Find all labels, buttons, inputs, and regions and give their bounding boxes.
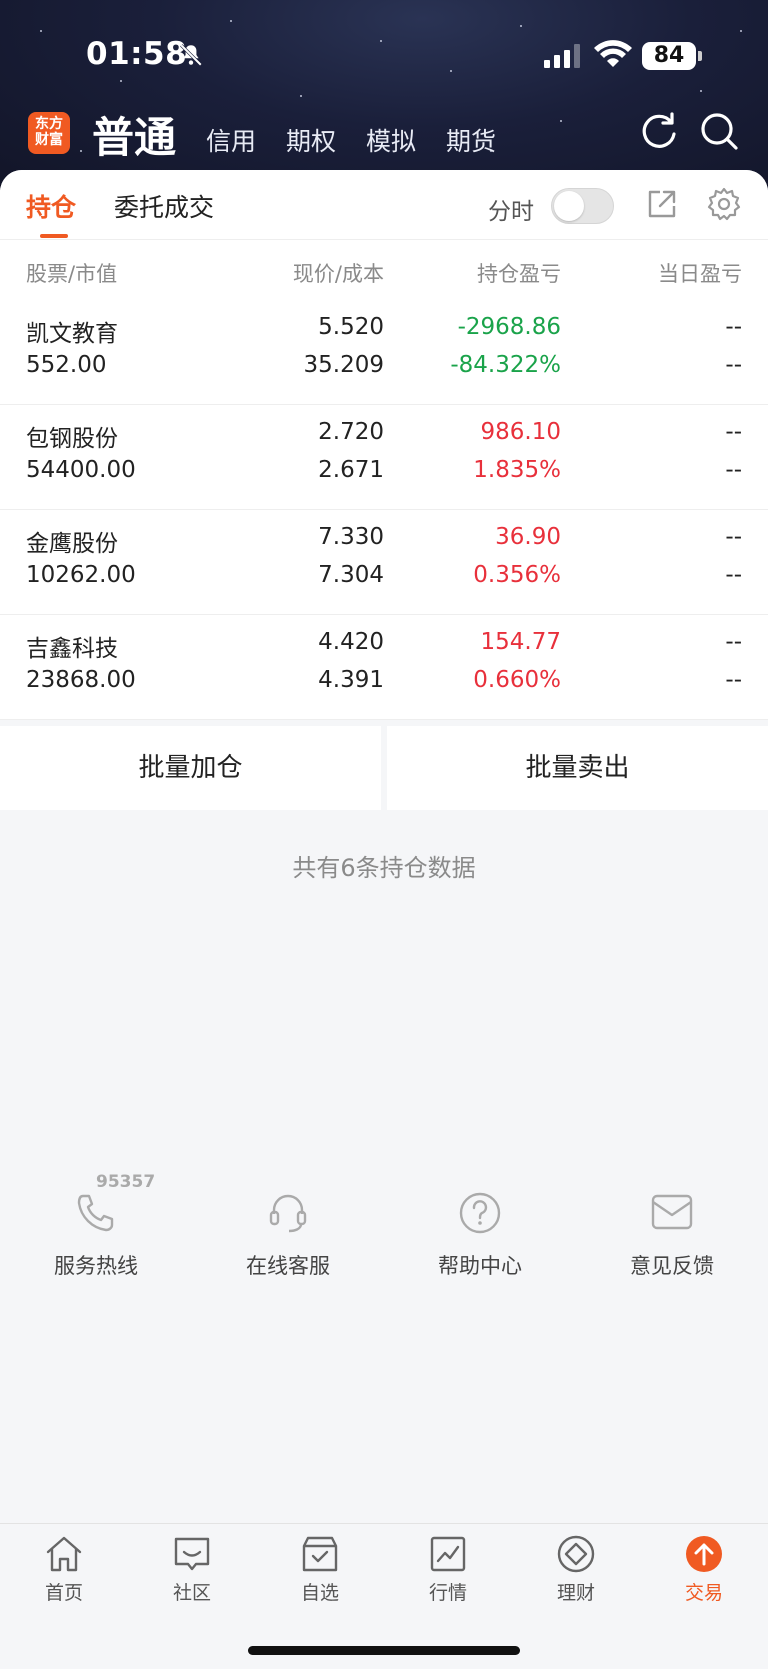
service-online-support[interactable]: 在线客服 (192, 1190, 384, 1280)
tab-holdings[interactable]: 持仓 (26, 188, 76, 224)
tab-simulation[interactable]: 模拟 (366, 122, 416, 158)
holding-pl-pct: -84.322% (450, 352, 561, 378)
service-feedback[interactable]: 意见反馈 (576, 1190, 768, 1280)
tabbar-trade[interactable]: 交易 (640, 1534, 768, 1605)
tab-futures[interactable]: 期货 (446, 122, 496, 158)
home-indicator[interactable] (248, 1646, 520, 1655)
holding-pl-pct: 0.660% (473, 667, 561, 693)
stock-name: 包钢股份 (26, 426, 118, 452)
stock-name: 凯文教育 (26, 321, 118, 347)
fenshi-toggle[interactable] (551, 188, 614, 224)
market-value: 23868.00 (26, 667, 136, 693)
tabbar-wealth[interactable]: 理财 (512, 1534, 640, 1605)
day-pl: -- (725, 629, 742, 655)
batch-add-button[interactable]: 批量加仓 (0, 726, 381, 810)
line-chart-icon (430, 1536, 466, 1572)
diamond-coin-icon (557, 1535, 595, 1573)
batch-sell-button[interactable]: 批量卖出 (387, 726, 768, 810)
bell-muted-icon (180, 44, 202, 66)
day-pl: -- (725, 419, 742, 445)
service-help-center[interactable]: 帮助中心 (384, 1190, 576, 1280)
day-pl: -- (725, 314, 742, 340)
headset-icon (269, 1194, 307, 1233)
holding-pl: 986.10 (480, 419, 561, 445)
current-price: 7.330 (318, 524, 384, 550)
current-price: 5.520 (318, 314, 384, 340)
checkbox-bag-icon (302, 1536, 338, 1572)
holdings-count-text: 共有6条持仓数据 (292, 854, 476, 882)
tabbar-market[interactable]: 行情 (384, 1534, 512, 1605)
holding-row[interactable]: 包钢股份 54400.00 2.720 2.671 986.10 1.835% … (0, 405, 768, 510)
cost-price: 7.304 (318, 562, 384, 588)
fenshi-label: 分时 (488, 199, 534, 225)
holding-pl-pct: 1.835% (473, 457, 561, 483)
holding-pl: 36.90 (495, 524, 561, 550)
cost-price: 2.671 (318, 457, 384, 483)
col-holding-pl[interactable]: 持仓盈亏 (477, 258, 561, 288)
tab-credit[interactable]: 信用 (206, 122, 256, 158)
tab-options[interactable]: 期权 (286, 122, 336, 158)
holding-row[interactable]: 金鹰股份 10262.00 7.330 7.304 36.90 0.356% -… (0, 510, 768, 615)
tabbar-home[interactable]: 首页 (0, 1534, 128, 1605)
market-value: 10262.00 (26, 562, 136, 588)
trade-arrow-up-icon (686, 1536, 722, 1572)
app-header: 东方 财富 普通 信用 期权 模拟 期货 (0, 100, 768, 170)
day-pl: -- (725, 524, 742, 550)
holding-pl-pct: 0.356% (473, 562, 561, 588)
holdings-panel: 持仓 委托成交 分时 股票/市值 现价/成本 持仓盈亏 当日盈亏 凯文教育 55… (0, 170, 768, 1669)
holding-row[interactable]: 吉鑫科技 23868.00 4.420 4.391 154.77 0.660% … (0, 615, 768, 720)
tabbar-watchlist[interactable]: 自选 (256, 1534, 384, 1605)
tabbar-community[interactable]: 社区 (128, 1534, 256, 1605)
current-price: 2.720 (318, 419, 384, 445)
cellular-signal-icon (544, 44, 580, 68)
toggle-knob (554, 191, 584, 221)
mail-feedback-icon (651, 1194, 693, 1230)
subtab-bar: 持仓 委托成交 分时 (0, 170, 768, 240)
market-value: 552.00 (26, 352, 107, 378)
active-tab-indicator (40, 234, 68, 238)
service-hotline[interactable]: 95357 服务热线 (0, 1172, 192, 1280)
chat-icon (174, 1537, 210, 1571)
stock-name: 金鹰股份 (26, 531, 118, 557)
day-pl-pct: -- (725, 352, 742, 378)
holdings-list: 凯文教育 552.00 5.520 35.209 -2968.86 -84.32… (0, 300, 768, 720)
day-pl-pct: -- (725, 457, 742, 483)
cost-price: 35.209 (303, 352, 384, 378)
market-value: 54400.00 (26, 457, 136, 483)
app-logo: 东方 财富 (28, 112, 70, 154)
help-question-icon (459, 1192, 501, 1234)
settings-gear-icon[interactable] (706, 186, 742, 222)
wifi-icon (594, 40, 632, 67)
stock-name: 吉鑫科技 (26, 636, 118, 662)
status-time: 01:58 (86, 36, 188, 72)
hotline-number: 95357 (96, 1172, 156, 1192)
account-type-title[interactable]: 普通 (92, 104, 176, 165)
service-links: 95357 服务热线 在线客服 帮助中心 意见反馈 (0, 1172, 768, 1300)
day-pl-pct: -- (725, 562, 742, 588)
service-label: 在线客服 (246, 1254, 330, 1278)
holding-row[interactable]: 凯文教育 552.00 5.520 35.209 -2968.86 -84.32… (0, 300, 768, 405)
service-label: 意见反馈 (630, 1254, 714, 1278)
batch-actions: 批量加仓 批量卖出 (0, 726, 768, 810)
service-label: 服务热线 (54, 1254, 138, 1278)
col-day-pl[interactable]: 当日盈亏 (658, 258, 742, 288)
tab-orders[interactable]: 委托成交 (114, 188, 214, 224)
status-bar: 01:58 84 (0, 0, 768, 110)
cost-price: 4.391 (318, 667, 384, 693)
phone-icon (77, 1194, 114, 1232)
home-icon (46, 1536, 82, 1572)
holding-pl: 154.77 (480, 629, 561, 655)
search-icon[interactable] (698, 110, 740, 152)
service-label: 帮助中心 (438, 1254, 522, 1278)
battery-indicator: 84 (642, 42, 702, 70)
refresh-icon[interactable] (638, 110, 680, 152)
current-price: 4.420 (318, 629, 384, 655)
share-icon[interactable] (644, 186, 680, 222)
day-pl-pct: -- (725, 667, 742, 693)
holdings-table-header: 股票/市值 现价/成本 持仓盈亏 当日盈亏 (0, 240, 768, 300)
col-stock-marketvalue: 股票/市值 (26, 262, 118, 286)
holding-pl: -2968.86 (457, 314, 561, 340)
col-price-cost: 现价/成本 (292, 262, 384, 286)
